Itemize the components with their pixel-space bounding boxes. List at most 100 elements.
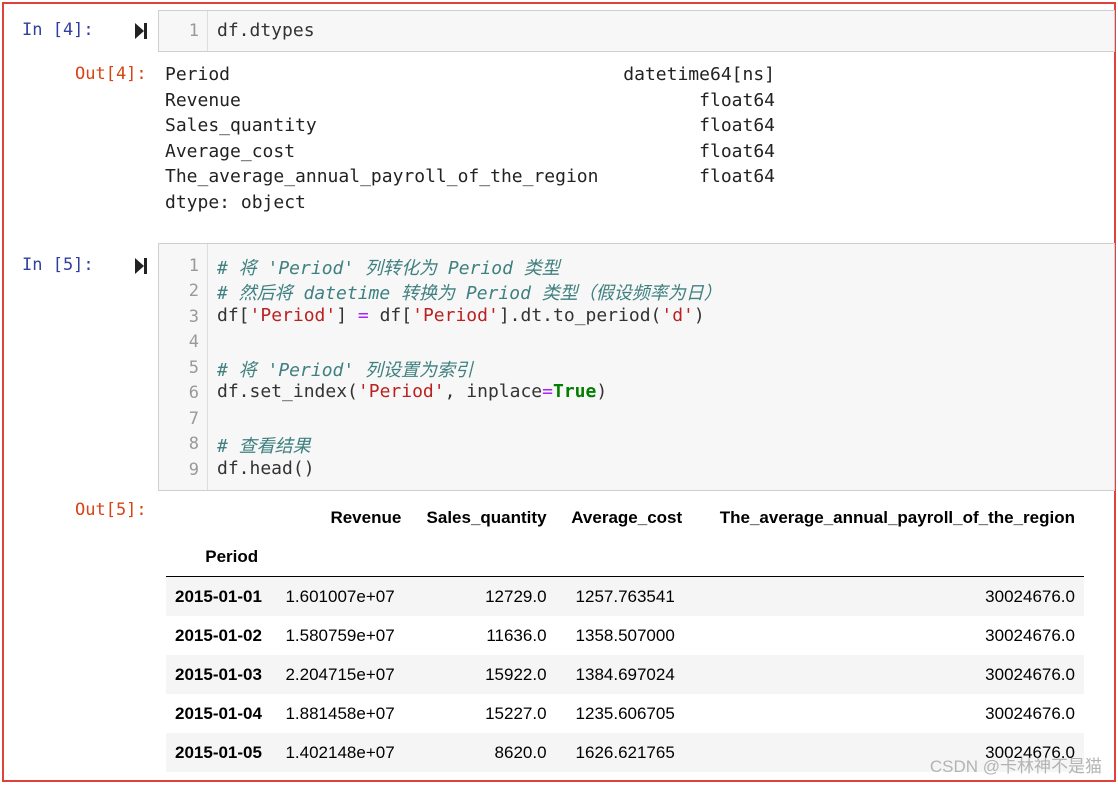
dtype-footer-text: dtype: object — [165, 192, 306, 213]
code-line: df.head() — [217, 458, 315, 479]
table-cell: 1257.763541 — [575, 586, 675, 606]
row-index: 2015-01-01 — [175, 586, 262, 606]
code-string: 'd' — [661, 305, 694, 326]
table-cell: 30024676.0 — [985, 664, 1075, 684]
table-cell: 1.881458e+07 — [285, 703, 395, 723]
dtype-footer: dtype: object — [165, 192, 775, 218]
row-index: 2015-01-03 — [175, 664, 262, 684]
empty-header-cell — [410, 537, 556, 577]
code-operator: = — [357, 305, 369, 326]
line-number: 8 — [188, 434, 199, 454]
code-string: 'Period' — [412, 305, 499, 326]
table-cell: 30024676.0 — [985, 625, 1075, 645]
column-header: Sales_quantity — [426, 507, 547, 527]
code-token: df[ — [368, 305, 413, 326]
code-comment-line: # 将 'Period' 列转化为 Period 类型 — [217, 258, 560, 279]
dtype-row: Revenue float64 — [165, 90, 775, 116]
table-cell: 8620.0 — [494, 742, 547, 762]
dtype-value: float64 — [699, 90, 775, 111]
line-number: 6 — [188, 383, 199, 403]
table-row: 2015-01-04 1.881458e+07 15227.0 1235.606… — [166, 694, 1084, 733]
dtype-value: datetime64[ns] — [623, 64, 775, 85]
line-number: 1 — [188, 256, 199, 276]
code-cell-5[interactable]: 1 2 3 4 5 6 7 8 9 # 将 'Period' 列转化为 Peri… — [158, 243, 1115, 491]
line-number: 3 — [188, 307, 199, 327]
code-line: df.set_index('Period', inplace=True) — [217, 381, 607, 402]
run-cell-icon[interactable] — [134, 257, 148, 275]
line-number: 7 — [188, 409, 199, 429]
table-cell: 1358.507000 — [575, 625, 675, 645]
dtype-row: Period datetime64[ns] — [165, 64, 775, 90]
code-keyword: True — [552, 381, 597, 402]
table-cell: 1235.606705 — [575, 703, 675, 723]
code-comment-line: # 查看结果 — [217, 436, 311, 457]
code-string: 'Period' — [357, 381, 445, 402]
code-token: ) — [693, 305, 705, 326]
code-token: ] — [336, 305, 358, 326]
line-number: 4 — [188, 332, 199, 352]
table-cell: 15922.0 — [485, 664, 547, 684]
column-header: Revenue — [330, 507, 402, 527]
dtype-column-name: Period — [165, 64, 231, 85]
table-cell: 1.601007e+07 — [285, 586, 395, 606]
code-token: , inplace — [444, 381, 543, 402]
table-row: 2015-01-02 1.580759e+07 11636.0 1358.507… — [166, 616, 1084, 655]
empty-header-cell — [276, 537, 411, 577]
dtype-value: float64 — [699, 141, 775, 162]
dtype-value: float64 — [699, 115, 775, 136]
table-cell: 1626.621765 — [575, 742, 675, 762]
watermark: CSDN @卡林神不是猫 — [929, 757, 1102, 776]
code-line: df.dtypes — [217, 20, 315, 41]
code-token: ].dt.to_period( — [498, 305, 662, 326]
dtype-value: float64 — [699, 166, 775, 187]
line-number: 1 — [188, 21, 199, 41]
in-prompt-4: In [4]: — [22, 20, 94, 40]
line-number: 5 — [188, 358, 199, 378]
dtype-column-name: Sales_quantity — [165, 115, 317, 136]
empty-header-cell — [555, 537, 692, 577]
column-header: Average_cost — [571, 507, 683, 527]
dataframe-table: Revenue Sales_quantity Average_cost The_… — [166, 498, 1084, 772]
code-line: df['Period'] = df['Period'].dt.to_period… — [217, 305, 705, 326]
table-cell: 2.204715e+07 — [285, 664, 395, 684]
dtype-column-name: The_average_annual_payroll_of_the_region — [165, 166, 599, 187]
table-cell: 11636.0 — [486, 625, 547, 645]
line-gutter: 1 2 3 4 5 6 7 8 9 — [159, 244, 208, 490]
run-cell-icon[interactable] — [134, 22, 148, 40]
table-row: 2015-01-03 2.204715e+07 15922.0 1384.697… — [166, 655, 1084, 694]
table-cell: 30024676.0 — [985, 586, 1075, 606]
dtype-row: Sales_quantity float64 — [165, 115, 775, 141]
row-index: 2015-01-05 — [175, 742, 262, 762]
code-comment-line: # 然后将 datetime 转换为 Period 类型（假设频率为日） — [217, 283, 722, 304]
dtype-column-name: Average_cost — [165, 141, 296, 162]
index-header-blank — [166, 498, 276, 537]
dtype-row: The_average_annual_payroll_of_the_region… — [165, 166, 775, 192]
code-operator: = — [542, 381, 553, 402]
row-index: 2015-01-02 — [175, 625, 262, 645]
in-prompt-5: In [5]: — [22, 255, 94, 275]
code-string: 'Period' — [249, 305, 337, 326]
dtype-column-name: Revenue — [165, 90, 241, 111]
out-prompt-4: Out[4]: — [75, 64, 147, 84]
table-cell: 1.580759e+07 — [285, 625, 395, 645]
code-token: df[ — [217, 305, 250, 326]
table-cell: 15227.0 — [485, 703, 547, 723]
table-row: 2015-01-01 1.601007e+07 12729.0 1257.763… — [166, 576, 1084, 616]
empty-header-cell — [691, 537, 1084, 577]
dtypes-output: Period datetime64[ns] Revenue float64 Sa… — [165, 64, 775, 224]
out-prompt-5: Out[5]: — [75, 500, 147, 520]
table-cell: 1384.697024 — [575, 664, 675, 684]
code-comment-line: # 将 'Period' 列设置为索引 — [217, 360, 474, 381]
row-index: 2015-01-04 — [175, 703, 262, 723]
table-cell: 30024676.0 — [985, 703, 1075, 723]
line-number: 9 — [188, 460, 199, 480]
code-token: df.set_index( — [217, 381, 358, 402]
table-cell: 12729.0 — [485, 586, 547, 606]
table-cell: 1.402148e+07 — [285, 742, 395, 762]
code-token: ) — [596, 381, 608, 402]
column-header: The_average_annual_payroll_of_the_region — [719, 507, 1075, 527]
code-cell-4[interactable]: 1 df.dtypes — [158, 10, 1115, 52]
dtype-row: Average_cost float64 — [165, 141, 775, 167]
index-name-row: Period — [166, 537, 1084, 577]
table-header-row: Revenue Sales_quantity Average_cost The_… — [166, 498, 1084, 537]
